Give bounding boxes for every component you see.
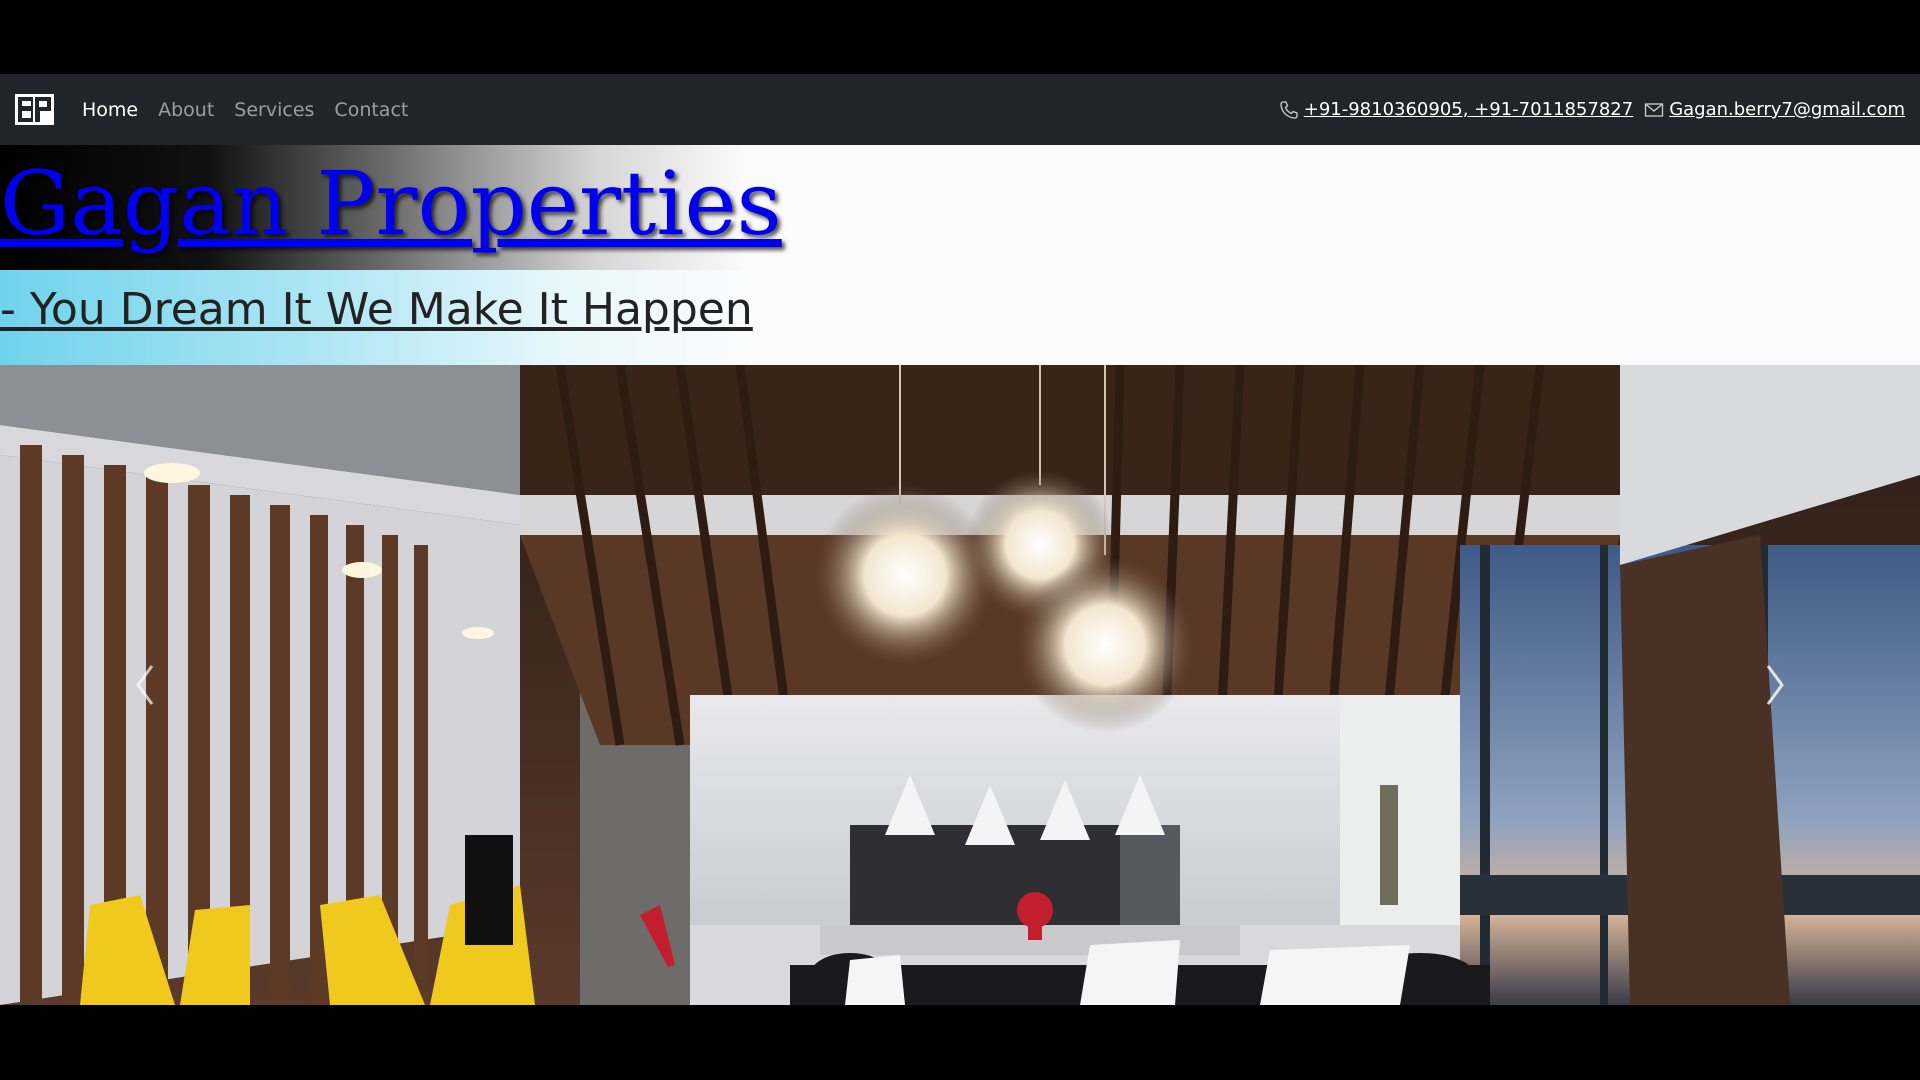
- site-header: Gagan Properties - You Dream It We Make …: [0, 145, 1920, 365]
- title-banner: Gagan Properties: [0, 145, 782, 270]
- chevron-right-icon: [1766, 665, 1784, 705]
- tagline-banner: - You Dream It We Make It Happen: [0, 270, 753, 365]
- phone-icon: [1278, 99, 1300, 121]
- nav-link-contact[interactable]: Contact: [334, 99, 408, 121]
- nav-link-about[interactable]: About: [158, 99, 214, 121]
- top-navbar: Home About Services Contact +91-98103609…: [0, 74, 1920, 145]
- phone-link[interactable]: +91-9810360905, +91-7011857827: [1304, 99, 1633, 120]
- nav-link-home[interactable]: Home: [82, 99, 138, 121]
- contact-info: +91-9810360905, +91-7011857827 Gagan.ber…: [1278, 99, 1905, 121]
- chevron-left-icon: [136, 665, 154, 705]
- hero-carousel: [0, 365, 1920, 1005]
- nav-link-services[interactable]: Services: [234, 99, 314, 121]
- carousel-prev-button[interactable]: [115, 635, 175, 735]
- page-frame: Home About Services Contact +91-98103609…: [0, 0, 1920, 1080]
- carousel-next-button[interactable]: [1745, 635, 1805, 735]
- nav-links: Home About Services Contact: [82, 99, 428, 121]
- email-link[interactable]: Gagan.berry7@gmail.com: [1669, 99, 1905, 120]
- hero-image-interior: [0, 365, 1920, 1005]
- site-title-link[interactable]: Gagan Properties: [0, 151, 782, 257]
- tagline-link[interactable]: - You Dream It We Make It Happen: [0, 284, 753, 335]
- gp-logo-icon[interactable]: [15, 94, 54, 125]
- envelope-icon: [1643, 99, 1665, 121]
